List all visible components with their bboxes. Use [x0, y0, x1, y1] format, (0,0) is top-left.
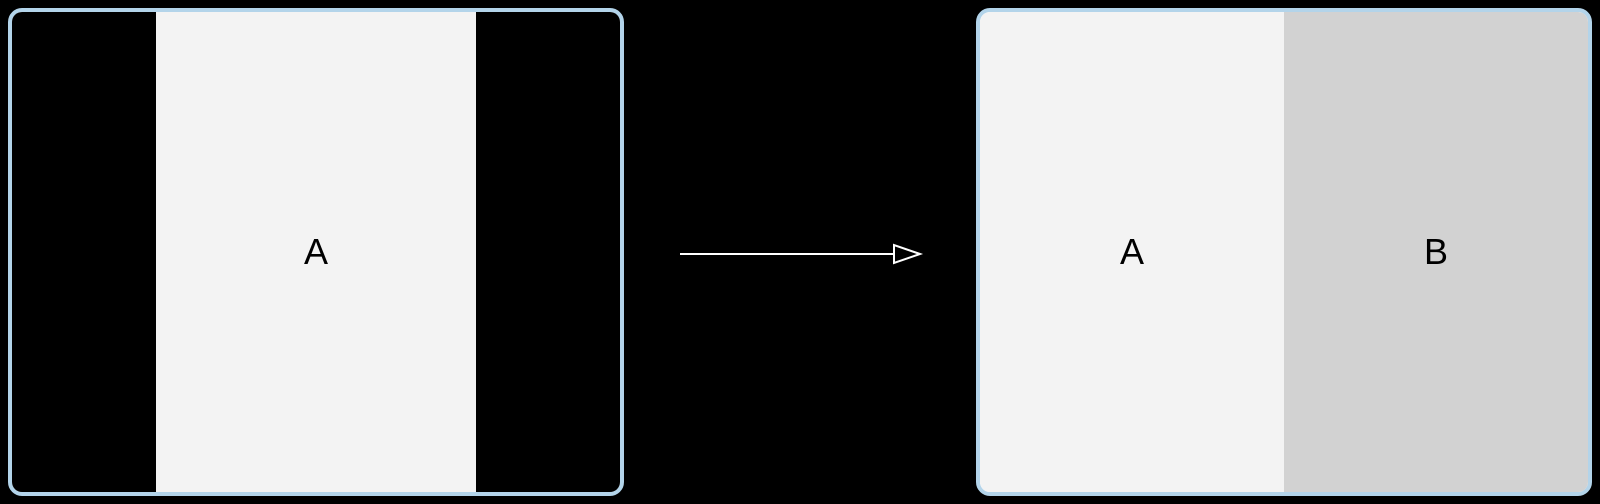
region-b-after: B [1284, 12, 1588, 492]
label-b-after: B [1424, 231, 1448, 273]
panel-before: A [8, 8, 624, 496]
label-a-after: A [1120, 231, 1144, 273]
arrow-icon [680, 244, 920, 264]
letterbox-right [476, 12, 620, 492]
label-a-before: A [304, 231, 328, 273]
letterbox-left [12, 12, 156, 492]
region-a-before: A [156, 12, 476, 492]
panel-after: A B [976, 8, 1592, 496]
region-a-after: A [980, 12, 1284, 492]
